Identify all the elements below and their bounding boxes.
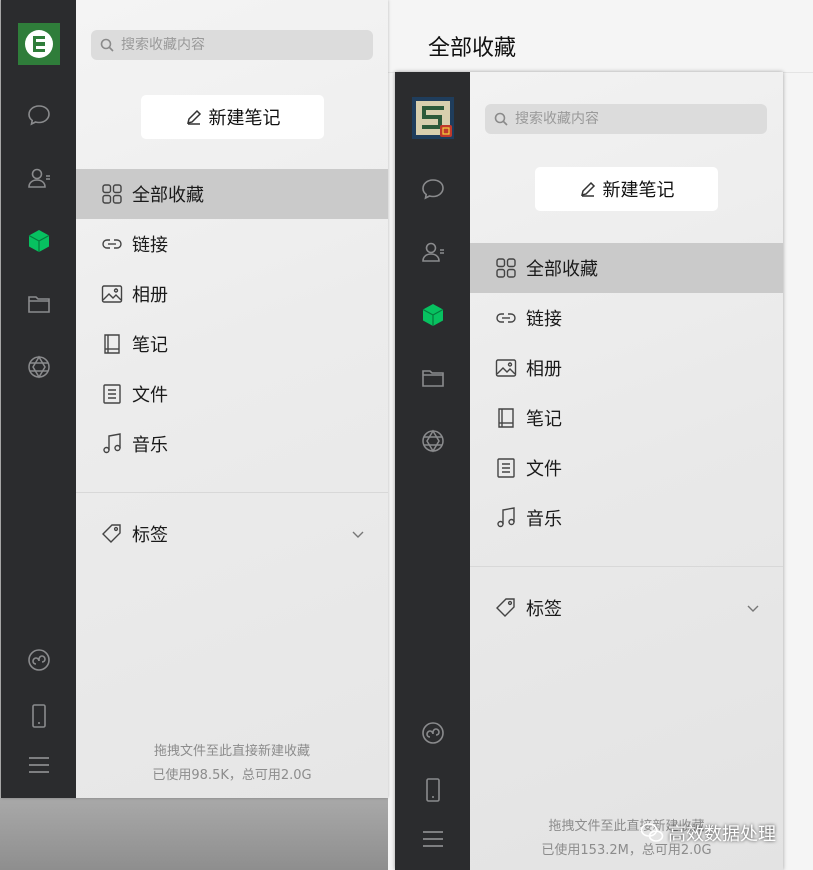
nav-item-all-favorites[interactable]: 全部收藏 bbox=[76, 169, 388, 219]
watermark-text: 高效数据处理 bbox=[668, 824, 776, 845]
nav-item-music[interactable]: 音乐 bbox=[76, 419, 388, 469]
music-note-icon bbox=[497, 507, 515, 528]
tags-section[interactable]: 标签 bbox=[470, 583, 783, 633]
left-rail bbox=[395, 72, 470, 870]
nav-item-files[interactable]: 文件 bbox=[470, 443, 783, 493]
search-icon bbox=[494, 112, 508, 126]
chat-icon[interactable] bbox=[23, 99, 55, 131]
drop-hint: 拖拽文件至此直接新建收藏 bbox=[153, 744, 310, 759]
page-title: 全部收藏 bbox=[428, 36, 517, 61]
moments-icon[interactable] bbox=[23, 351, 55, 383]
favorites-window-1: 新建笔记 全部收藏 链接 相册 笔记 文件 bbox=[1, 0, 388, 798]
nav-item-label: 相册 bbox=[132, 285, 168, 306]
mini-program-icon[interactable] bbox=[417, 717, 449, 749]
storage-footer: 拖拽文件至此直接新建收藏 已使用98.5K，总可用2.0G bbox=[76, 740, 388, 788]
tag-icon bbox=[496, 598, 515, 617]
nav-item-files[interactable]: 文件 bbox=[76, 369, 388, 419]
nav-item-label: 链接 bbox=[526, 309, 562, 330]
divider bbox=[470, 566, 783, 567]
folder-icon[interactable] bbox=[417, 362, 449, 394]
favorites-panel: 新建笔记 全部收藏 链接 相册 笔记 文件 bbox=[76, 0, 388, 798]
document-icon bbox=[497, 458, 515, 478]
chat-icon[interactable] bbox=[417, 173, 449, 205]
pencil-icon bbox=[186, 109, 201, 125]
storage-usage: 已使用98.5K，总可用2.0G bbox=[152, 768, 312, 783]
avatar[interactable] bbox=[18, 23, 60, 65]
contacts-icon[interactable] bbox=[23, 162, 55, 194]
favorites-cube-icon[interactable] bbox=[23, 225, 55, 257]
avatar[interactable] bbox=[412, 97, 454, 139]
menu-icon[interactable] bbox=[417, 823, 449, 855]
music-note-icon bbox=[103, 433, 121, 454]
search-box[interactable] bbox=[485, 104, 767, 134]
link-icon bbox=[496, 313, 516, 323]
folder-icon[interactable] bbox=[23, 288, 55, 320]
nav-item-all-favorites[interactable]: 全部收藏 bbox=[470, 243, 783, 293]
tags-section[interactable]: 标签 bbox=[76, 509, 388, 559]
mini-program-icon[interactable] bbox=[23, 644, 55, 676]
favorites-panel: 新建笔记 全部收藏 链接 相册 笔记 文件 bbox=[470, 72, 783, 870]
moments-icon[interactable] bbox=[417, 425, 449, 457]
nav-item-label: 相册 bbox=[526, 359, 562, 380]
nav-item-label: 音乐 bbox=[526, 509, 562, 530]
menu-icon[interactable] bbox=[23, 749, 55, 781]
contacts-icon[interactable] bbox=[417, 236, 449, 268]
nav-item-links[interactable]: 链接 bbox=[470, 293, 783, 343]
nav-item-music[interactable]: 音乐 bbox=[470, 493, 783, 543]
category-list: 全部收藏 链接 相册 笔记 文件 音乐 bbox=[76, 169, 388, 469]
watermark: 高效数据处理 bbox=[640, 820, 776, 846]
tag-icon bbox=[102, 524, 121, 543]
nav-item-links[interactable]: 链接 bbox=[76, 219, 388, 269]
divider bbox=[76, 492, 388, 493]
new-note-label: 新建笔记 bbox=[208, 108, 281, 129]
nav-item-notes[interactable]: 笔记 bbox=[76, 319, 388, 369]
favorites-cube-icon[interactable] bbox=[417, 299, 449, 331]
chevron-down-icon[interactable] bbox=[350, 526, 366, 542]
category-list: 全部收藏 链接 相册 笔记 文件 音乐 bbox=[470, 243, 783, 543]
document-icon bbox=[103, 384, 121, 404]
link-icon bbox=[102, 239, 122, 249]
phone-icon[interactable] bbox=[417, 774, 449, 806]
phone-icon[interactable] bbox=[23, 700, 55, 732]
image-icon bbox=[101, 285, 123, 303]
wechat-logo-icon bbox=[640, 823, 664, 842]
nav-item-label: 笔记 bbox=[132, 335, 168, 356]
new-note-button[interactable]: 新建笔记 bbox=[535, 167, 718, 211]
nav-item-notes[interactable]: 笔记 bbox=[470, 393, 783, 443]
chevron-down-icon[interactable] bbox=[745, 600, 761, 616]
search-input[interactable] bbox=[121, 37, 351, 53]
image-icon bbox=[495, 359, 517, 377]
nav-item-albums[interactable]: 相册 bbox=[76, 269, 388, 319]
nav-item-label: 音乐 bbox=[132, 435, 168, 456]
search-input[interactable] bbox=[515, 111, 745, 127]
search-icon bbox=[100, 38, 114, 52]
notebook-icon bbox=[104, 334, 120, 354]
search-box[interactable] bbox=[91, 30, 373, 60]
nav-item-albums[interactable]: 相册 bbox=[470, 343, 783, 393]
nav-item-label: 笔记 bbox=[526, 409, 562, 430]
nav-item-label: 文件 bbox=[132, 385, 168, 406]
pencil-icon bbox=[580, 181, 595, 197]
nav-item-label: 链接 bbox=[132, 235, 168, 256]
new-note-button[interactable]: 新建笔记 bbox=[141, 95, 324, 139]
nav-item-label: 全部收藏 bbox=[132, 185, 204, 206]
left-rail bbox=[1, 0, 76, 798]
favorites-window-2: 新建笔记 全部收藏 链接 相册 笔记 文件 bbox=[395, 72, 783, 870]
grid-icon bbox=[496, 258, 516, 278]
background-desktop bbox=[0, 798, 400, 870]
notebook-icon bbox=[498, 408, 514, 428]
tags-label: 标签 bbox=[526, 599, 562, 620]
new-note-label: 新建笔记 bbox=[602, 180, 675, 201]
nav-item-label: 文件 bbox=[526, 459, 562, 480]
grid-icon bbox=[102, 184, 122, 204]
tags-label: 标签 bbox=[132, 525, 168, 546]
nav-item-label: 全部收藏 bbox=[526, 259, 598, 280]
